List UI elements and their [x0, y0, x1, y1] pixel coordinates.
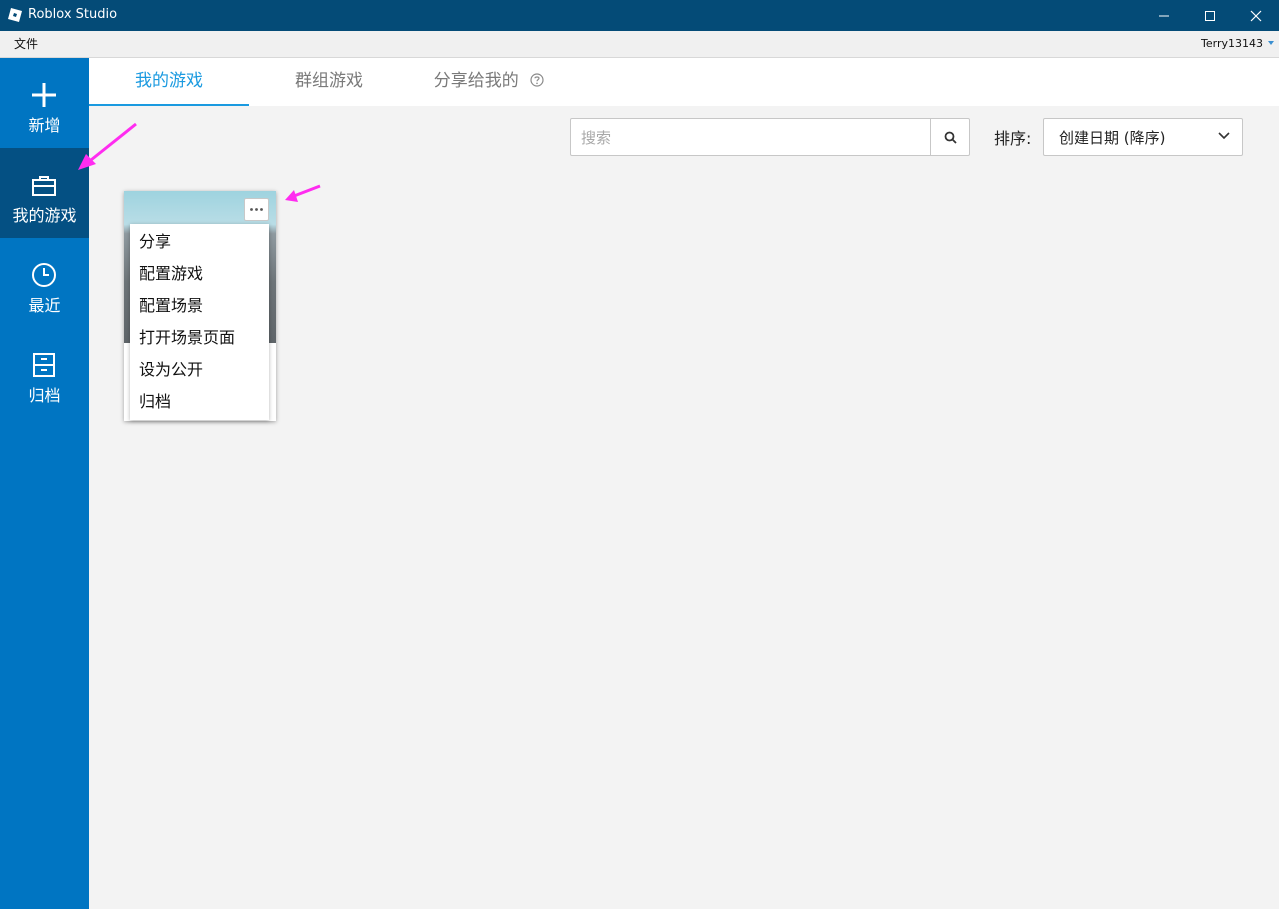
sidebar-item-recent[interactable]: 最近 [0, 238, 89, 328]
menu-item-open-place-page[interactable]: 打开场景页面 [139, 322, 235, 354]
caret-down-icon[interactable] [1268, 41, 1274, 45]
tab-group-games[interactable]: 群组游戏 [249, 58, 409, 106]
briefcase-icon [32, 176, 56, 196]
close-button[interactable] [1233, 0, 1279, 31]
sidebar-item-archive[interactable]: 归档 [0, 328, 89, 418]
chevron-down-icon [1218, 132, 1230, 140]
context-menu: 分享 配置游戏 配置场景 打开场景页面 设为公开 归档 [130, 224, 269, 420]
tab-shared-with-me[interactable]: 分享给我的 [409, 58, 569, 106]
annotation-arrow-icon [285, 184, 321, 202]
close-icon [1250, 10, 1262, 21]
maximize-icon [1205, 10, 1215, 21]
tab-bar: 我的游戏 群组游戏 分享给我的 [89, 58, 1279, 106]
search-icon [944, 131, 957, 144]
archive-icon [33, 353, 55, 377]
search-button[interactable] [930, 119, 969, 155]
plus-icon [32, 83, 56, 107]
sidebar-item-label: 我的游戏 [12, 206, 77, 225]
sort-value: 创建日期 (降序) [1059, 129, 1166, 147]
search-input[interactable]: 搜索 [581, 127, 611, 148]
sidebar: 新增 我的游戏 最近 归档 [0, 58, 89, 909]
annotation-arrow-icon [78, 122, 137, 170]
tab-my-games[interactable]: 我的游戏 [89, 58, 249, 106]
menu-item-share[interactable]: 分享 [139, 226, 171, 258]
minimize-button[interactable] [1141, 0, 1187, 31]
menu-bar: 文件 Terry13143 [0, 31, 1279, 58]
sidebar-item-label: 最近 [28, 296, 61, 315]
window-title: Roblox Studio [28, 7, 118, 22]
menu-item-make-public[interactable]: 设为公开 [139, 354, 203, 386]
tab-label: 群组游戏 [295, 71, 363, 91]
menu-item-configure-game[interactable]: 配置游戏 [139, 258, 203, 290]
search-box: 搜索 [570, 118, 970, 156]
menu-item-archive[interactable]: 归档 [139, 386, 171, 418]
help-icon[interactable] [530, 73, 544, 87]
tab-label: 我的游戏 [135, 71, 203, 91]
title-bar: Roblox Studio [0, 0, 1279, 31]
sort-dropdown[interactable]: 创建日期 (降序) [1043, 118, 1243, 156]
more-options-button[interactable] [244, 198, 269, 221]
sidebar-item-label: 归档 [28, 386, 61, 405]
clock-icon [32, 263, 56, 287]
minimize-icon [1159, 15, 1169, 16]
roblox-logo-icon [8, 8, 22, 22]
maximize-button[interactable] [1187, 0, 1233, 31]
menu-file[interactable]: 文件 [14, 35, 38, 52]
sort-label: 排序: [994, 129, 1032, 148]
menu-item-configure-place[interactable]: 配置场景 [139, 290, 203, 322]
tab-label: 分享给我的 [433, 71, 519, 91]
ellipsis-icon [250, 208, 263, 211]
user-menu[interactable]: Terry13143 [1201, 37, 1263, 50]
